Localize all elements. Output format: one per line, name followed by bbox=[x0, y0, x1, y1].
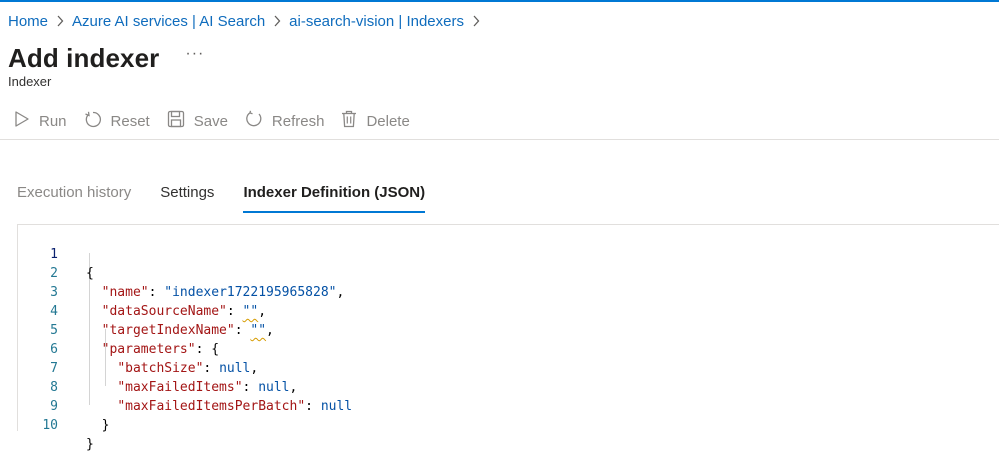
open-brace: { bbox=[86, 266, 94, 281]
refresh-label: Refresh bbox=[271, 112, 325, 130]
chevron-right-icon bbox=[265, 11, 289, 31]
breadcrumb-ai-search[interactable]: Azure AI services | AI Search bbox=[72, 13, 265, 30]
reset-label: Reset bbox=[110, 112, 150, 130]
save-label: Save bbox=[193, 112, 228, 130]
run-label: Run bbox=[39, 112, 67, 130]
code-line: 4 "targetIndexName": "", bbox=[18, 283, 274, 338]
json-key: "parameters" bbox=[101, 342, 196, 357]
delete-label: Delete bbox=[366, 112, 410, 130]
json-key: "maxFailedItems" bbox=[117, 380, 243, 395]
code-line: 10 } bbox=[18, 397, 93, 452]
chevron-right-icon bbox=[48, 11, 72, 31]
json-key: "name" bbox=[101, 285, 149, 300]
save-button[interactable]: Save bbox=[167, 110, 228, 132]
json-value: "" bbox=[242, 304, 259, 319]
toolbar-divider bbox=[0, 139, 999, 140]
run-button[interactable]: Run bbox=[14, 110, 67, 132]
code-line: 8 "maxFailedItemsPerBatch": null bbox=[18, 359, 352, 414]
save-icon bbox=[167, 110, 194, 132]
json-value: "indexer1722195965828" bbox=[164, 285, 337, 300]
breadcrumb: Home Azure AI services | AI Search ai-se… bbox=[8, 11, 488, 31]
title-row: Add indexer ··· bbox=[8, 40, 204, 76]
json-editor[interactable]: 1 { 2 "name": "indexer1722195965828", 3 … bbox=[17, 224, 999, 452]
code-line: 6 "batchSize": null, bbox=[18, 321, 258, 376]
trash-icon bbox=[341, 110, 366, 132]
code-line: 1 { bbox=[18, 226, 94, 281]
refresh-icon bbox=[245, 110, 272, 132]
json-key: "targetIndexName" bbox=[101, 323, 235, 338]
breadcrumb-indexers[interactable]: ai-search-vision | Indexers bbox=[289, 13, 464, 30]
json-key: "maxFailedItemsPerBatch" bbox=[117, 399, 306, 414]
chevron-right-icon bbox=[464, 11, 488, 31]
json-value: "" bbox=[250, 323, 267, 338]
tab-execution-history[interactable]: Execution history bbox=[17, 183, 131, 213]
reset-button[interactable]: Reset bbox=[84, 110, 150, 132]
page-title: Add indexer bbox=[8, 42, 160, 73]
tab-list: Execution history Settings Indexer Defin… bbox=[17, 183, 454, 213]
json-key: "dataSourceName" bbox=[101, 304, 227, 319]
delete-button[interactable]: Delete bbox=[341, 110, 410, 132]
code-line: 5 "parameters": { bbox=[18, 302, 219, 357]
tab-settings[interactable]: Settings bbox=[160, 183, 214, 213]
json-key: "batchSize" bbox=[117, 361, 204, 376]
json-value: null bbox=[258, 380, 290, 395]
code-line: 9 } bbox=[18, 378, 109, 433]
command-bar: Run Reset Save Refresh Delete bbox=[14, 108, 427, 134]
code-line: 3 "dataSourceName": "", bbox=[18, 264, 266, 319]
play-icon bbox=[14, 110, 39, 132]
top-accent-bar bbox=[0, 0, 999, 2]
reset-icon bbox=[84, 110, 111, 132]
line-number: 10 bbox=[42, 418, 58, 433]
json-value: null bbox=[219, 361, 251, 376]
json-value: null bbox=[320, 399, 353, 414]
breadcrumb-home[interactable]: Home bbox=[8, 13, 48, 30]
code-line: 7 "maxFailedItems": null, bbox=[18, 340, 297, 395]
code-line: 2 "name": "indexer1722195965828", bbox=[18, 245, 344, 300]
refresh-button[interactable]: Refresh bbox=[245, 110, 325, 132]
page-subtitle: Indexer bbox=[8, 74, 52, 89]
close-brace: } bbox=[101, 418, 110, 433]
more-options-button[interactable]: ··· bbox=[185, 45, 204, 63]
close-brace: } bbox=[86, 437, 94, 452]
tab-indexer-definition-json[interactable]: Indexer Definition (JSON) bbox=[243, 183, 425, 213]
